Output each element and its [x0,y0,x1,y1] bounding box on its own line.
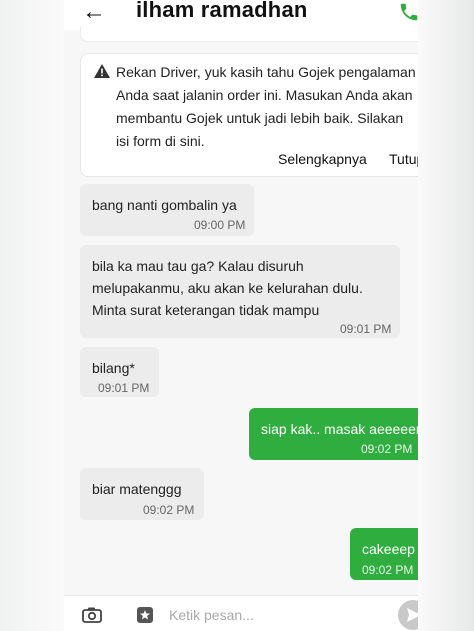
message-composer [64,595,418,631]
message-text: siap kak.. masak aeeeeerr [261,421,418,437]
message-time: 09:01 PM [98,381,150,395]
message-time: 09:00 PM [194,218,246,232]
message-bubble-incoming: biar matenggg 09:02 PM [80,468,204,520]
read-more-button[interactable]: Selengkapnya [278,151,367,167]
send-button[interactable] [398,600,418,630]
contact-name: ilham ramadhan [136,0,308,22]
message-text: bilang* [92,360,135,376]
message-text: bang nanti gombalin ya [92,197,237,213]
notice-text: Rekan Driver, yuk kasih tahu Gojek penga… [116,64,416,149]
blurred-right-margin [418,0,474,631]
message-input[interactable] [169,604,389,626]
send-icon [407,608,418,622]
message-bubble-outgoing: siap kak.. masak aeeeeerr 09:02 PM ✓ [249,408,418,460]
arrow-left-icon[interactable]: ← [82,0,106,26]
message-bubble-incoming: bilang* 09:01 PM [80,347,159,397]
previous-card-edge [80,26,418,42]
message-time: 09:02 PM [361,442,413,456]
message-text: bila ka mau tau ga? Kalau disuruh melupa… [92,258,363,318]
message-time: 09:01 PM [340,322,392,336]
message-bubble-outgoing: cakeeep 09:02 PM ✓ [350,528,418,580]
chat-screen: ← ilham ramadhan Rekan Driver, yuk kasih… [64,0,418,631]
message-time: 09:02 PM [362,563,414,577]
message-bubble-incoming: bila ka mau tau ga? Kalau disuruh melupa… [80,245,400,338]
close-notice-button[interactable]: Tutup [389,151,418,167]
phone-icon[interactable] [398,1,418,23]
message-time: 09:02 PM [143,503,195,517]
sticker-icon[interactable] [136,606,154,624]
message-bubble-incoming: bang nanti gombalin ya 09:00 PM [80,184,254,236]
blurred-left-margin [0,0,64,631]
camera-icon[interactable] [82,607,102,623]
warning-icon [94,64,110,78]
message-text: cakeeep [362,541,415,557]
message-text: biar matenggg [92,481,182,497]
